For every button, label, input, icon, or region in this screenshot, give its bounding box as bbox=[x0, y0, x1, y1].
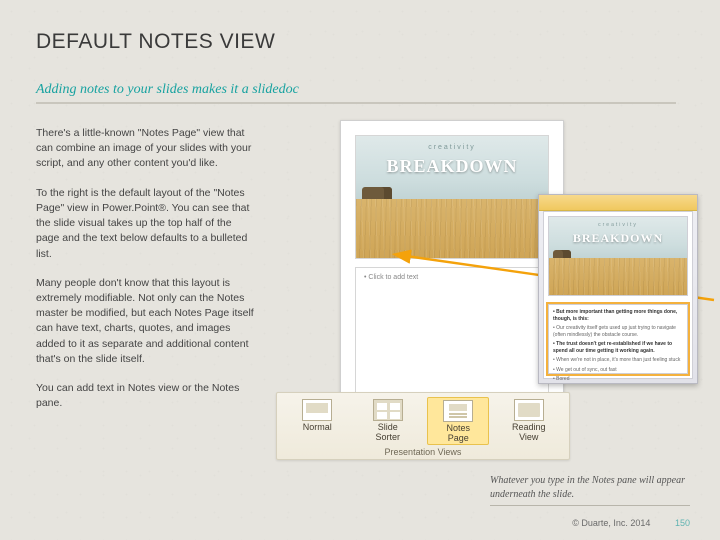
notes-page-icon bbox=[443, 400, 473, 422]
button-label: Sorter bbox=[375, 432, 400, 442]
button-label: Slide bbox=[378, 422, 398, 432]
slide-headline: BREAKDOWN bbox=[549, 231, 687, 246]
note-line: Our creativity itself gets used up just … bbox=[553, 325, 683, 338]
slide-sorter-icon bbox=[373, 399, 403, 421]
window-titlebar bbox=[539, 195, 697, 211]
paragraph: Many people don't know that this layout … bbox=[36, 276, 256, 367]
note-line: The trust doesn't get re-established if … bbox=[553, 341, 683, 354]
page-footer: © Duarte, Inc. 2014 150 bbox=[572, 518, 690, 528]
note-line: When we're not in place, it's more than … bbox=[553, 357, 683, 364]
slide-eyebrow: creativity bbox=[356, 144, 548, 151]
paragraph: There's a little-known "Notes Page" view… bbox=[36, 126, 256, 172]
view-slide-sorter-button[interactable]: Slide Sorter bbox=[357, 397, 419, 445]
button-label: Page bbox=[448, 433, 469, 443]
copyright: © Duarte, Inc. 2014 bbox=[572, 518, 650, 528]
button-label: Reading bbox=[512, 422, 546, 432]
presentation-views-ribbon: Normal Slide Sorter Notes Page bbox=[276, 392, 570, 460]
ribbon-group-label: Presentation Views bbox=[283, 447, 563, 457]
note-line: We get out of sync, out fast bbox=[553, 367, 683, 374]
slide-pane: creativity BREAKDOWN bbox=[548, 216, 688, 296]
view-reading-view-button[interactable]: Reading View bbox=[498, 397, 560, 445]
paragraph: You can add text in Notes view or the No… bbox=[36, 381, 256, 411]
powerpoint-window-thumbnail: creativity BREAKDOWN But more important … bbox=[538, 194, 698, 384]
notes-pane[interactable]: But more important than getting more thi… bbox=[548, 304, 688, 374]
notes-page-slide-thumbnail: creativity BREAKDOWN bbox=[355, 135, 549, 259]
page-title: DEFAULT NOTES VIEW bbox=[36, 30, 684, 54]
note-line: But more important than getting more thi… bbox=[553, 309, 683, 322]
figure-caption: Whatever you type in the Notes pane will… bbox=[490, 474, 690, 506]
body-copy: There's a little-known "Notes Page" view… bbox=[36, 126, 256, 456]
paragraph: To the right is the default layout of th… bbox=[36, 186, 256, 262]
note-line: Bored bbox=[553, 376, 683, 383]
slide-eyebrow: creativity bbox=[549, 222, 687, 228]
button-label: Notes bbox=[446, 423, 470, 433]
slide-headline: BREAKDOWN bbox=[356, 156, 548, 177]
subtitle: Adding notes to your slides makes it a s… bbox=[36, 82, 676, 104]
notes-page-preview: creativity BREAKDOWN Click to add text bbox=[340, 120, 564, 420]
page-number: 150 bbox=[675, 518, 690, 528]
button-label: Normal bbox=[303, 422, 332, 432]
view-notes-page-button[interactable]: Notes Page bbox=[427, 397, 489, 445]
bullet-placeholder: Click to add text bbox=[364, 274, 540, 281]
button-label: View bbox=[519, 432, 538, 442]
notes-page-text-placeholder[interactable]: Click to add text bbox=[355, 267, 549, 395]
normal-view-icon bbox=[302, 399, 332, 421]
reading-view-icon bbox=[514, 399, 544, 421]
view-normal-button[interactable]: Normal bbox=[286, 397, 348, 445]
